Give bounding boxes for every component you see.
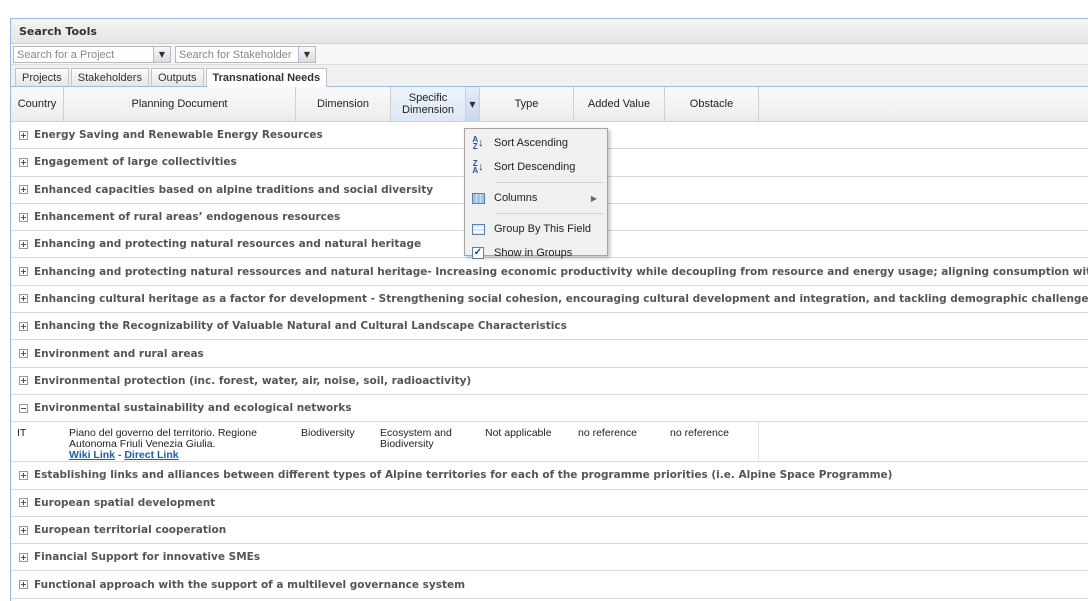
cell-planning-document: Piano del governo del territorio. Region…: [69, 428, 294, 461]
group-label: Establishing links and alliances between…: [34, 469, 893, 482]
group-by-icon: [471, 222, 485, 236]
panel-title: Search Tools: [11, 19, 1088, 44]
column-planning-document[interactable]: Planning Document: [64, 87, 296, 121]
group-row[interactable]: + Environment and rural areas: [11, 340, 1088, 368]
column-menu-trigger-icon[interactable]: ▼: [466, 87, 480, 121]
stakeholder-search-input[interactable]: Search for Stakeholder: [176, 47, 298, 62]
column-dimension[interactable]: Dimension: [296, 87, 391, 121]
tab-stakeholders[interactable]: Stakeholders: [70, 68, 149, 86]
menu-item-group-by[interactable]: Group By This Field: [465, 217, 607, 241]
checkbox-checked-icon[interactable]: ✓: [471, 246, 485, 260]
group-label: Enhancing the Recognizability of Valuabl…: [34, 320, 567, 333]
group-label: European territorial cooperation: [34, 524, 227, 536]
group-label: Engagement of large collectivities: [34, 156, 237, 169]
sort-descending-icon: Z A ↓: [472, 159, 484, 175]
plus-box-icon[interactable]: +: [19, 349, 28, 359]
group-label: Environmental protection (inc. forest, w…: [34, 374, 472, 387]
group-label: Financial Support for innovative SMEs: [34, 551, 261, 564]
cell-dimension: Biodiversity: [301, 427, 355, 440]
plus-box-icon[interactable]: +: [19, 130, 28, 140]
group-label: Enhanced capacities based on alpine trad…: [34, 183, 434, 196]
planning-document-links: Wiki Link - Direct Link: [69, 450, 294, 461]
cell-specific-dimension: Ecosystem and Biodiversity: [380, 428, 470, 450]
plus-box-icon[interactable]: +: [19, 157, 28, 167]
menu-item-label: Show in Groups: [494, 247, 573, 259]
plus-box-icon[interactable]: +: [19, 498, 28, 508]
group-label: Enhancement of rural areas’ endogenous r…: [34, 211, 341, 224]
group-label: Enhancing and protecting natural ressour…: [34, 265, 1088, 278]
columns-icon: [471, 191, 485, 205]
column-context-menu: A Z ↓ Sort Ascending Z A ↓ Sort Descending C…: [464, 128, 608, 259]
plus-box-icon[interactable]: +: [19, 212, 28, 222]
minus-box-icon[interactable]: −: [19, 403, 28, 413]
group-label: Enhancing cultural heritage as a factor …: [34, 292, 1088, 305]
tab-bar: Projects Stakeholders Outputs Transnatio…: [11, 65, 1088, 87]
group-row[interactable]: + Enhancing cultural heritage as a factor…: [11, 286, 1088, 314]
table-row[interactable]: IT Piano del governo del territorio. Reg…: [11, 422, 1088, 463]
menu-item-label: Sort Ascending: [494, 137, 568, 149]
specific-dimension-line2: Biodiversity: [380, 438, 434, 451]
tab-transnational-needs[interactable]: Transnational Needs: [205, 68, 328, 87]
link-separator: -: [115, 449, 125, 462]
menu-item-label: Sort Descending: [494, 161, 576, 173]
group-row[interactable]: + Enhancing the Recognizability of Valuab…: [11, 313, 1088, 341]
sort-ascending-icon: A Z ↓: [472, 135, 484, 151]
wiki-link[interactable]: Wiki Link: [69, 449, 115, 461]
cell-country: IT: [17, 427, 27, 440]
menu-separator: [495, 182, 603, 183]
column-obstacle[interactable]: Obstacle: [665, 87, 759, 121]
direct-link[interactable]: Direct Link: [124, 449, 178, 461]
group-row[interactable]: + Financial Support for innovative SMEs: [11, 544, 1088, 572]
menu-item-show-in-groups[interactable]: ✓ Show in Groups: [465, 241, 607, 265]
group-row-expanded[interactable]: − Environmental sustainability and ecolog…: [11, 395, 1088, 423]
project-search-combo[interactable]: Search for a Project ▼: [13, 46, 171, 63]
group-row[interactable]: + European territorial cooperation: [11, 517, 1088, 545]
plus-box-icon[interactable]: +: [19, 552, 28, 562]
menu-item-sort-descending[interactable]: Z A ↓ Sort Descending: [465, 155, 607, 179]
plus-box-icon[interactable]: +: [19, 376, 28, 386]
plus-box-icon[interactable]: +: [19, 525, 28, 535]
group-row[interactable]: + European spatial development: [11, 490, 1088, 517]
submenu-arrow-icon: ▶: [590, 193, 597, 203]
plus-box-icon[interactable]: +: [19, 185, 28, 195]
group-label: Functional approach with the support of …: [34, 578, 466, 591]
group-row[interactable]: + Environmental protection (inc. forest, …: [11, 368, 1088, 395]
stakeholder-search-combo[interactable]: Search for Stakeholder ▼: [175, 46, 316, 63]
group-label: Enhancing and protecting natural resourc…: [34, 238, 422, 251]
menu-item-label: Group By This Field: [494, 223, 592, 235]
menu-item-label: Columns: [494, 192, 538, 204]
plus-box-icon[interactable]: +: [19, 321, 28, 331]
project-search-input[interactable]: Search for a Project: [14, 47, 153, 62]
group-row[interactable]: + Functional approach with the support of…: [11, 571, 1088, 599]
group-label: Environmental sustainability and ecologi…: [34, 402, 352, 415]
column-type[interactable]: Type: [480, 87, 574, 121]
plus-box-icon[interactable]: +: [19, 267, 28, 277]
search-toolbar: Search for a Project ▼ Search for Stakeh…: [11, 44, 1088, 65]
plus-box-icon[interactable]: +: [19, 239, 28, 249]
column-specific-dimension[interactable]: Specific Dimension: [391, 87, 466, 121]
cell-type: Not applicable: [485, 427, 552, 440]
chevron-down-icon[interactable]: ▼: [153, 47, 170, 62]
chevron-down-icon[interactable]: ▼: [298, 47, 315, 62]
group-label: Energy Saving and Renewable Energy Resou…: [34, 129, 323, 142]
group-label: European spatial development: [34, 496, 216, 509]
group-label: Environment and rural areas: [34, 347, 204, 360]
plus-box-icon[interactable]: +: [19, 580, 28, 590]
column-added-value[interactable]: Added Value: [574, 87, 665, 121]
grid-column-header: Country Planning Document Dimension Spec…: [11, 87, 1088, 122]
cell-obstacle: no reference: [670, 427, 729, 440]
menu-item-sort-ascending[interactable]: A Z ↓ Sort Ascending: [465, 131, 607, 155]
column-country[interactable]: Country: [11, 87, 64, 121]
plus-box-icon[interactable]: +: [19, 470, 28, 480]
menu-item-columns[interactable]: Columns ▶: [465, 186, 607, 210]
tab-outputs[interactable]: Outputs: [150, 68, 204, 86]
cell-added-value: no reference: [578, 427, 637, 440]
plus-box-icon[interactable]: +: [19, 294, 28, 304]
menu-separator: [495, 213, 603, 214]
group-row[interactable]: + Establishing links and alliances betwee…: [11, 462, 1088, 490]
search-tools-panel: Search Tools Search for a Project ▼ Sear…: [10, 18, 1088, 601]
tab-projects[interactable]: Projects: [15, 68, 69, 86]
